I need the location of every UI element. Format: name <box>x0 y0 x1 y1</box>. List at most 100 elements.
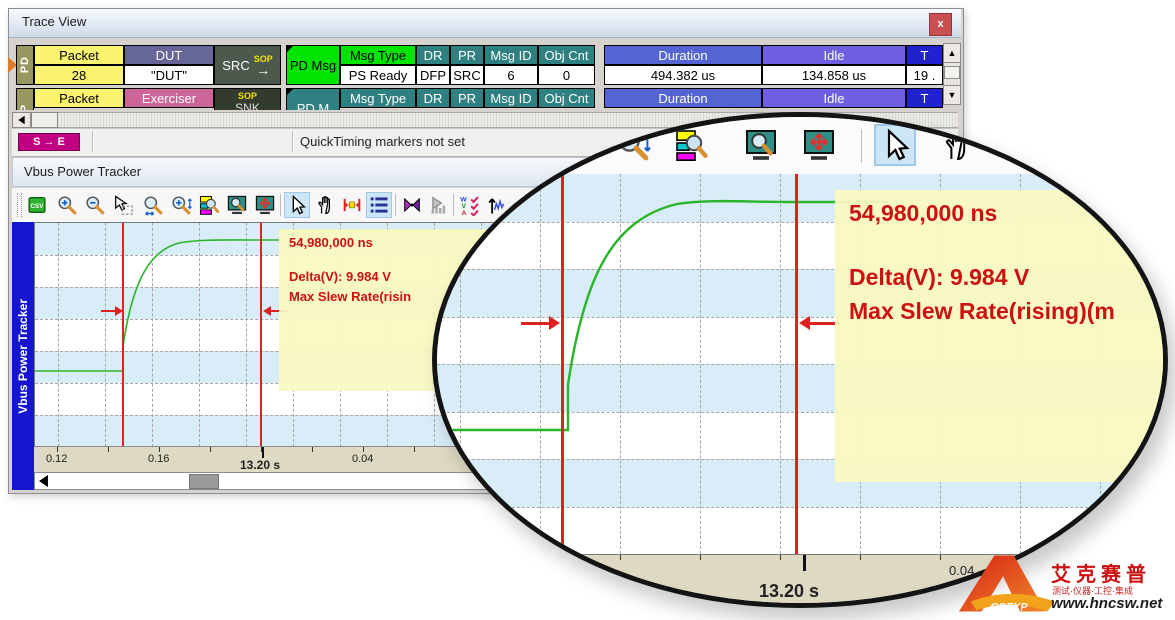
zoom-vertical-icon[interactable] <box>615 127 651 163</box>
lens-annotation-time: 54,980,000 ns <box>849 200 997 227</box>
list-view-icon[interactable] <box>366 192 392 218</box>
x-tick-label: 0.12 <box>46 453 67 465</box>
table-scroll-up-button[interactable]: ▲ <box>943 43 961 63</box>
left-arrow-icon <box>18 116 24 124</box>
timing-markers-icon[interactable] <box>993 127 1029 163</box>
cursor2-arrowhead-icon <box>263 306 271 316</box>
msg-type-value[interactable]: PS Ready <box>340 65 416 85</box>
packet-row-2[interactable]: P Packet Exerciser SOP SNK PD M Msg Type… <box>16 88 946 110</box>
screen-magnifier-icon[interactable] <box>743 127 779 163</box>
toolbar-grip[interactable] <box>17 193 22 217</box>
pd-msg-cell[interactable]: PD Msg <box>286 45 340 85</box>
toolbar-separator <box>395 194 396 216</box>
logo-url: www.hncsw.net <box>1051 595 1162 612</box>
lens-x-major-tick <box>803 555 806 571</box>
display-settings-icon[interactable] <box>673 127 709 163</box>
x-tick-label: 0.16 <box>148 453 169 465</box>
dut-header[interactable]: DUT <box>124 45 214 65</box>
title-bar[interactable] <box>9 9 961 38</box>
compare-traces-icon[interactable] <box>401 194 423 216</box>
msg-type-header[interactable]: Msg Type <box>340 45 416 65</box>
msg-id-value[interactable]: 6 <box>484 65 538 85</box>
expand-corner-icon <box>287 46 293 52</box>
dr-header[interactable]: DR <box>416 45 450 65</box>
lens-timing-cursor-1[interactable] <box>561 174 564 554</box>
pd-msg2-label: PD M <box>297 101 330 111</box>
sop-arrow-icon: → <box>254 65 273 76</box>
table-hscroll-left-button[interactable] <box>12 112 31 128</box>
zoom-horizontal-icon[interactable] <box>557 127 593 163</box>
timing-cursor-2[interactable] <box>260 223 262 447</box>
packet-type-cell[interactable]: PD <box>16 45 34 85</box>
packet2-type-cell[interactable]: P <box>16 88 34 110</box>
sop2-label: SOP <box>238 91 257 101</box>
dr2-header[interactable]: DR <box>416 88 450 108</box>
sop-snk-cell[interactable]: SOP SNK <box>214 88 281 110</box>
duration-header[interactable]: Duration <box>604 45 762 65</box>
pr-value[interactable]: SRC <box>450 65 484 85</box>
chart-hscroll-thumb[interactable] <box>189 474 219 489</box>
obj-cnt-value[interactable]: 0 <box>538 65 595 85</box>
zoom-region-icon[interactable] <box>112 194 134 216</box>
packet-header[interactable]: Packet <box>34 45 124 65</box>
zoom-horizontal-icon[interactable] <box>142 194 164 216</box>
msg-type2-header[interactable]: Msg Type <box>340 88 416 108</box>
idle2-header[interactable]: Idle <box>762 88 906 108</box>
screenshot-root: Trace View x PD Packet 28 DUT "DUT" SRC … <box>0 0 1175 620</box>
magnifier-lens: 54,980,000 ns Delta(V): 9.984 V Max Slew… <box>432 112 1168 608</box>
export-csv-icon[interactable]: CSV <box>26 194 48 216</box>
zoom-in-icon[interactable] <box>56 194 78 216</box>
screen-magnifier-icon[interactable] <box>226 194 248 216</box>
table-scroll-thumb[interactable] <box>944 66 960 79</box>
obj-cnt2-header[interactable]: Obj Cnt <box>538 88 595 108</box>
obj-cnt-header[interactable]: Obj Cnt <box>538 45 595 65</box>
select-cursor-icon[interactable] <box>874 124 916 166</box>
left-arrow-icon[interactable] <box>39 475 48 487</box>
packet-number[interactable]: 28 <box>34 65 124 85</box>
pan-hand-icon[interactable] <box>939 127 975 163</box>
duration2-header[interactable]: Duration <box>604 88 762 108</box>
cursor1-arrowhead-icon <box>549 316 560 330</box>
display-settings-icon[interactable] <box>198 194 220 216</box>
logo-chinese-name: 艾克赛普 <box>1051 558 1151 587</box>
zoom-vertical-icon[interactable] <box>170 194 192 216</box>
msg-id-header[interactable]: Msg ID <box>484 45 538 65</box>
idle-header[interactable]: Idle <box>762 45 906 65</box>
duration-value[interactable]: 494.382 us <box>604 65 762 85</box>
src-sop-cell[interactable]: SRC SOP → <box>214 45 281 85</box>
pr2-header[interactable]: PR <box>450 88 484 108</box>
table-hscroll-thumb[interactable] <box>31 112 58 128</box>
lens-annotation-slew: Max Slew Rate(rising)(m <box>849 298 1115 325</box>
idle-value[interactable]: 134.858 us <box>762 65 906 85</box>
packet2-header[interactable]: Packet <box>34 88 124 108</box>
list-view-icon[interactable] <box>1046 124 1088 166</box>
pr-header[interactable]: PR <box>450 45 484 65</box>
zoom-out-icon[interactable] <box>84 194 106 216</box>
msg-id2-header[interactable]: Msg ID <box>484 88 538 108</box>
lens-chart: 54,980,000 ns Delta(V): 9.984 V Max Slew… <box>437 174 1163 554</box>
pd-msg2-cell[interactable]: PD M <box>286 88 340 110</box>
toolbar-separator <box>861 129 862 163</box>
close-button[interactable]: x <box>929 13 952 36</box>
vbus-panel-title: Vbus Power Tracker <box>24 164 141 179</box>
fit-to-screen-icon[interactable] <box>254 194 276 216</box>
lens-timing-cursor-2[interactable] <box>795 174 798 554</box>
timing-markers-icon[interactable] <box>341 194 363 216</box>
time-header[interactable]: T <box>906 45 943 65</box>
pan-hand-icon[interactable] <box>314 194 336 216</box>
dr-value[interactable]: DFP <box>416 65 450 85</box>
annotation-slew: Max Slew Rate(risin <box>289 289 411 304</box>
lens-x-center-label: 13.20 s <box>759 581 819 602</box>
exerciser-header[interactable]: Exerciser <box>124 88 214 108</box>
packet2-type-label: P <box>19 104 31 110</box>
annotation-time: 54,980,000 ns <box>289 235 373 250</box>
window-title: Trace View <box>22 14 86 29</box>
fit-to-screen-icon[interactable] <box>801 127 837 163</box>
dut-value[interactable]: "DUT" <box>124 65 214 85</box>
timing-cursor-1[interactable] <box>122 223 124 447</box>
start-to-end-button[interactable]: S → E <box>18 133 80 151</box>
select-cursor-icon[interactable] <box>284 192 310 218</box>
time-value[interactable]: 19 . <box>906 65 943 85</box>
time2-header[interactable]: T <box>906 88 943 108</box>
lens-measurement-annotation <box>835 190 1163 482</box>
